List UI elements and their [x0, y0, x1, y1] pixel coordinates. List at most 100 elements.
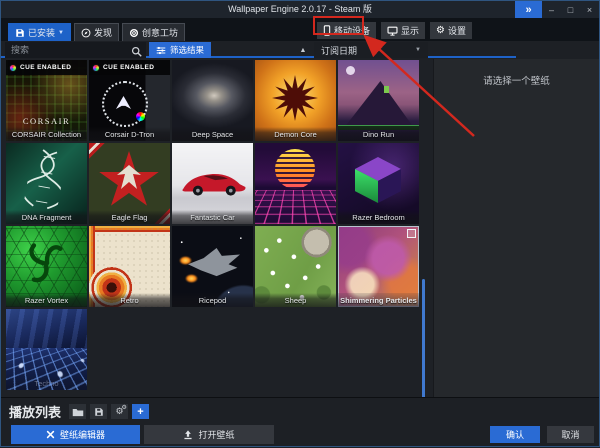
- open-wallpaper-label: 打开壁纸: [198, 428, 234, 441]
- confirm-button[interactable]: 确认: [490, 426, 540, 443]
- expand-button[interactable]: »: [515, 1, 542, 18]
- wallpaper-title: Dino Run: [338, 127, 419, 141]
- wallpaper-title: Demon Core: [255, 127, 336, 141]
- wallpaper-engine-window: { "window": { "title": "Wallpaper Engine…: [0, 0, 600, 447]
- wallpaper-grid: CUE ENABLED CORSAIR CORSAIR Collection C…: [1, 59, 433, 397]
- maximize-button[interactable]: □: [561, 1, 580, 18]
- scrollbar-thumb[interactable]: [422, 279, 425, 401]
- cue-enabled-badge: CUE ENABLED: [89, 60, 170, 75]
- wallpaper-tile-eagle-flag[interactable]: Eagle Flag: [89, 143, 170, 224]
- tab-installed[interactable]: 已安装 ▼: [8, 23, 71, 41]
- wallpaper-title: DNA Fragment: [6, 210, 87, 224]
- playlist-bar: 播放列表 ⚙⚙ + 壁纸编辑器 打开壁纸 确认 取消: [1, 397, 599, 446]
- window-controls: » – □ ×: [515, 1, 599, 18]
- window-title: Wallpaper Engine 2.0.17 - Steam 版: [1, 1, 599, 18]
- icue-logo-icon: [9, 64, 17, 72]
- wallpaper-tile-sheep[interactable]: Sheep: [255, 226, 336, 307]
- confirm-label: 确认: [506, 428, 524, 441]
- wallpaper-title: CORSAIR Collection: [6, 127, 87, 141]
- corsair-logo-text: CORSAIR: [6, 116, 87, 126]
- search-input[interactable]: [5, 42, 146, 58]
- triangle-up-icon: ▲: [300, 47, 307, 54]
- wallpaper-editor-button[interactable]: 壁纸编辑器: [11, 425, 140, 444]
- wallpaper-tile-corsair-dtron[interactable]: CUE ENABLED Corsair D-Tron: [89, 60, 170, 141]
- wallpaper-title: Shimmering Particles: [338, 293, 419, 307]
- wallpaper-title: Neon Sunset: [255, 210, 336, 224]
- dino-sprite-art: [384, 86, 389, 93]
- save-playlist-button[interactable]: [90, 404, 107, 419]
- sort-direction-button[interactable]: ▲: [295, 42, 311, 58]
- playlist-settings-button[interactable]: ⚙⚙: [111, 404, 128, 419]
- settings-button[interactable]: ⚙ 设置: [430, 22, 472, 39]
- wallpaper-tile-corsair-collection[interactable]: CUE ENABLED CORSAIR CORSAIR Collection: [6, 60, 87, 141]
- open-wallpaper-button[interactable]: 打开壁纸: [144, 425, 274, 444]
- close-button[interactable]: ×: [580, 1, 599, 18]
- wallpaper-tile-neon-sunset[interactable]: Neon Sunset: [255, 143, 336, 224]
- workshop-icon: [129, 28, 139, 38]
- rgb-ring-art: [136, 112, 145, 121]
- wallpaper-title: Retro: [89, 293, 170, 307]
- playlist-controls: 播放列表 ⚙⚙ +: [9, 402, 149, 421]
- icue-logo-icon: [92, 64, 100, 72]
- plus-icon: +: [137, 406, 143, 418]
- open-playlist-button[interactable]: [69, 404, 86, 419]
- side-panel: 请选择一个壁纸: [433, 59, 599, 397]
- wallpaper-tile-dna-fragment[interactable]: DNA Fragment: [6, 143, 87, 224]
- search-icon: [131, 44, 142, 55]
- minimize-button[interactable]: –: [542, 1, 561, 18]
- wallpaper-tile-deep-space[interactable]: Deep Space: [172, 60, 253, 141]
- save-icon: [94, 407, 104, 417]
- gear-icon: ⚙: [436, 26, 445, 36]
- phone-icon: [323, 25, 331, 36]
- settings-label: 设置: [448, 24, 466, 37]
- sort-by-label: 订阅日期: [321, 44, 357, 57]
- wallpaper-title: Ricepod: [172, 293, 253, 307]
- cue-enabled-badge: CUE ENABLED: [6, 60, 87, 75]
- tab-discover[interactable]: 发现: [74, 23, 119, 41]
- sort-by-dropdown[interactable]: 订阅日期 ▼: [314, 42, 428, 58]
- select-wallpaper-hint: 请选择一个壁纸: [434, 73, 599, 87]
- wallpaper-title: Corsair D-Tron: [89, 127, 170, 141]
- wallpaper-tile-techno[interactable]: Techno: [6, 309, 87, 390]
- wallpaper-title: Sheep: [255, 293, 336, 307]
- wallpaper-title: Razer Bedroom: [338, 210, 419, 224]
- monitor-icon: [387, 26, 398, 36]
- add-playlist-button[interactable]: +: [132, 404, 149, 419]
- filter-results-button[interactable]: 筛选结果: [149, 42, 211, 58]
- mobile-devices-button[interactable]: 移动设备: [317, 22, 376, 39]
- eagle-art: [109, 159, 149, 199]
- titlebar: Wallpaper Engine 2.0.17 - Steam 版 » – □ …: [1, 1, 599, 18]
- folder-icon: [72, 407, 84, 417]
- wallpaper-tile-ricepod[interactable]: Ricepod: [172, 226, 253, 307]
- wallpaper-tile-shimmering-particles[interactable]: Shimmering Particles: [338, 226, 419, 307]
- compass-icon: [81, 28, 91, 38]
- tab-installed-label: 已安装: [28, 26, 55, 39]
- dna-helix-art: [23, 147, 67, 214]
- editor-tools-icon: [46, 430, 55, 439]
- wallpaper-tile-fantastic-car[interactable]: Fantastic Car: [172, 143, 253, 224]
- tab-discover-label: 发现: [94, 26, 112, 39]
- filter-sliders-icon: [156, 46, 166, 55]
- wallpaper-tile-retro[interactable]: Retro: [89, 226, 170, 307]
- filter-results-label: 筛选结果: [170, 44, 204, 56]
- car-art: [176, 165, 249, 198]
- wallpaper-tile-demon-core[interactable]: Demon Core: [255, 60, 336, 141]
- tab-workshop-label: 创意工坊: [142, 26, 178, 39]
- device-buttons: 移动设备 显示 ⚙ 设置: [317, 22, 472, 39]
- wallpaper-title: Deep Space: [172, 127, 253, 141]
- wallpaper-tile-dino-run[interactable]: Dino Run: [338, 60, 419, 141]
- cue-badge-label: CUE ENABLED: [20, 64, 71, 71]
- wallpaper-checkbox[interactable]: [407, 229, 416, 238]
- displays-button[interactable]: 显示: [381, 22, 425, 39]
- upload-icon: [183, 430, 193, 440]
- wallpaper-tile-razer-vortex[interactable]: Razer Vortex: [6, 226, 87, 307]
- main-tabs: 已安装 ▼ 发现 创意工坊: [8, 23, 185, 41]
- tab-workshop[interactable]: 创意工坊: [122, 23, 185, 41]
- playlist-label: 播放列表: [9, 402, 61, 421]
- wallpaper-tile-razer-bedroom[interactable]: Razer Bedroom: [338, 143, 419, 224]
- wallpaper-editor-label: 壁纸编辑器: [60, 428, 105, 441]
- chevron-down-icon: ▼: [415, 47, 421, 53]
- chevron-down-icon: ▼: [58, 30, 64, 36]
- cancel-button[interactable]: 取消: [547, 426, 594, 443]
- wallpaper-title: Eagle Flag: [89, 210, 170, 224]
